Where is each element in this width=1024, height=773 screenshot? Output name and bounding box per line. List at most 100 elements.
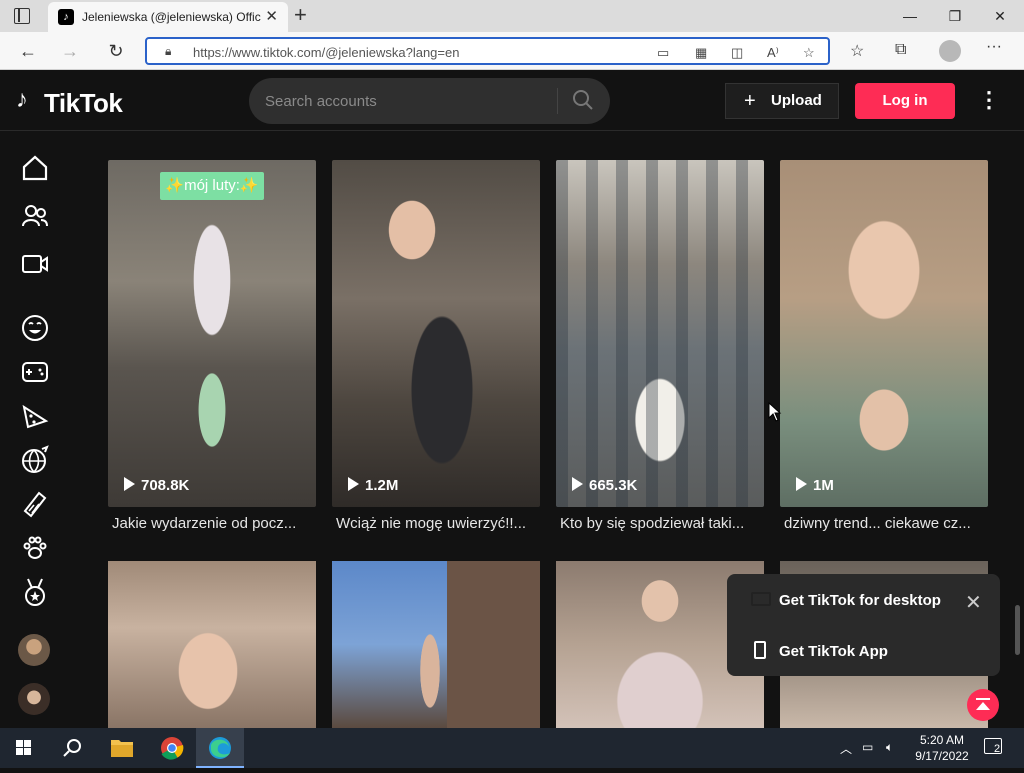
network-icon[interactable]: ▭ bbox=[862, 740, 873, 754]
search-button[interactable] bbox=[48, 728, 96, 768]
beauty-icon[interactable] bbox=[20, 489, 50, 519]
achievement-icon[interactable] bbox=[20, 577, 50, 607]
lock-icon[interactable]: 🔒︎ bbox=[165, 44, 171, 59]
mouse-cursor-icon bbox=[768, 402, 782, 422]
tiktok-logo-icon[interactable]: ♪ bbox=[16, 86, 28, 114]
gaming-icon[interactable] bbox=[20, 357, 50, 387]
home-icon[interactable] bbox=[20, 153, 50, 183]
search-icon[interactable] bbox=[571, 88, 595, 112]
upload-label: Upload bbox=[771, 92, 822, 109]
settings-more-icon[interactable]: ··· bbox=[986, 38, 1002, 56]
video-thumbnail bbox=[780, 160, 988, 507]
following-icon[interactable] bbox=[20, 201, 50, 231]
food-icon[interactable] bbox=[20, 401, 50, 431]
tab-actions-icon[interactable] bbox=[14, 8, 30, 24]
browser-tab-bar: ♪ Jeleniewska (@jeleniewska) Offic ✕ + —… bbox=[0, 0, 1024, 32]
view-count-value: 1.2M bbox=[365, 477, 399, 494]
search-input[interactable] bbox=[265, 90, 545, 112]
video-caption[interactable]: dziwny trend... ciekawe cz... bbox=[784, 515, 994, 532]
page-scrollbar[interactable] bbox=[1015, 605, 1020, 655]
sidebar-icon[interactable]: ◫ bbox=[731, 45, 743, 61]
video-card[interactable]: 1.2M bbox=[332, 160, 540, 507]
arrow-up-icon bbox=[976, 698, 990, 710]
get-app-popup: Get TikTok for desktop ✕ Get TikTok App bbox=[727, 574, 1000, 676]
view-count: 665.3K bbox=[572, 477, 637, 494]
clock-date: 9/17/2022 bbox=[915, 749, 969, 763]
address-bar[interactable]: 🔒︎ https://www.tiktok.com/@jeleniewska?l… bbox=[145, 37, 830, 65]
windows-logo-icon bbox=[16, 740, 31, 755]
favorites-icon[interactable]: ☆ bbox=[850, 41, 864, 61]
video-caption[interactable]: Kto by się spodziewał taki... bbox=[560, 515, 770, 532]
sticker-label: ✨mój luty:✨ bbox=[160, 172, 264, 200]
view-count: 1.2M bbox=[348, 477, 398, 494]
play-icon bbox=[572, 477, 583, 491]
restore-button[interactable]: ❐ bbox=[935, 4, 975, 28]
video-card[interactable] bbox=[108, 561, 316, 728]
profile-avatar[interactable] bbox=[939, 40, 961, 62]
close-tab-icon[interactable]: ✕ bbox=[265, 7, 278, 25]
back-button[interactable]: ← bbox=[16, 40, 40, 62]
volume-icon[interactable]: 🔈︎ bbox=[886, 740, 893, 755]
tab-title: Jeleniewska (@jeleniewska) Offic bbox=[82, 10, 261, 24]
collections-icon[interactable]: ⧉ bbox=[895, 41, 906, 59]
close-window-button[interactable]: ✕ bbox=[980, 4, 1020, 28]
add-favorite-icon[interactable]: ☆ bbox=[803, 45, 815, 61]
more-options-icon[interactable]: ⋮ bbox=[978, 88, 1000, 112]
view-count-value: 665.3K bbox=[589, 477, 638, 494]
edge-button[interactable] bbox=[196, 728, 244, 768]
account-avatar[interactable] bbox=[18, 683, 50, 715]
scroll-to-top-button[interactable] bbox=[967, 689, 999, 721]
login-button[interactable]: Log in bbox=[855, 83, 955, 119]
view-count: 1M bbox=[796, 477, 834, 494]
clock-time: 5:20 AM bbox=[919, 733, 965, 747]
desktop-icon bbox=[751, 592, 771, 606]
notification-center-button[interactable]: 2 bbox=[984, 738, 1002, 755]
notification-count: 2 bbox=[994, 743, 1001, 755]
app-available-icon[interactable]: ▦ bbox=[695, 45, 707, 61]
view-count-value: 708.8K bbox=[141, 477, 190, 494]
cast-icon[interactable]: ▭ bbox=[657, 45, 669, 61]
file-explorer-button[interactable] bbox=[98, 728, 146, 768]
video-thumbnail bbox=[108, 160, 316, 507]
view-count: 708.8K bbox=[124, 477, 189, 494]
edge-icon bbox=[209, 737, 231, 759]
browser-toolbar: ← → ↻ 🔒︎ https://www.tiktok.com/@jelenie… bbox=[0, 32, 1024, 70]
chrome-icon bbox=[161, 737, 184, 760]
comedy-icon[interactable] bbox=[20, 313, 50, 343]
new-tab-button[interactable]: + bbox=[294, 2, 307, 28]
tiktok-favicon-icon: ♪ bbox=[58, 9, 74, 25]
video-card[interactable]: 665.3K bbox=[556, 160, 764, 507]
refresh-button[interactable]: ↻ bbox=[104, 40, 128, 62]
animals-icon[interactable] bbox=[20, 533, 50, 563]
video-card[interactable] bbox=[332, 561, 540, 728]
upload-button[interactable]: + Upload bbox=[725, 83, 839, 119]
video-caption[interactable]: Jakie wydarzenie od pocz... bbox=[112, 515, 322, 532]
account-avatar[interactable] bbox=[18, 634, 50, 666]
live-icon[interactable] bbox=[20, 249, 50, 279]
video-thumbnail bbox=[108, 561, 316, 728]
sports-icon[interactable] bbox=[20, 445, 50, 475]
forward-button[interactable]: → bbox=[58, 40, 82, 62]
get-app-link[interactable]: Get TikTok App bbox=[779, 643, 888, 660]
play-icon bbox=[796, 477, 807, 491]
url-text[interactable]: https://www.tiktok.com/@jeleniewska?lang… bbox=[193, 45, 459, 60]
start-button[interactable] bbox=[0, 728, 48, 768]
windows-taskbar: ︿ ▭ 🔈︎ 5:20 AM 9/17/2022 2 bbox=[0, 728, 1024, 768]
search-bar bbox=[249, 78, 610, 124]
browser-tab-active[interactable]: ♪ Jeleniewska (@jeleniewska) Offic ✕ bbox=[48, 2, 288, 32]
get-desktop-link[interactable]: Get TikTok for desktop bbox=[779, 592, 941, 609]
tiktok-logo-text[interactable]: TikTok bbox=[44, 88, 123, 119]
tiktok-header: ♪ TikTok + Upload Log in ⋮ bbox=[0, 70, 1024, 131]
read-aloud-icon[interactable]: A⁾ bbox=[767, 45, 779, 61]
show-hidden-icons-icon[interactable]: ︿ bbox=[840, 740, 852, 757]
video-caption[interactable]: Wciąż nie mogę uwierzyć!!... bbox=[336, 515, 546, 532]
plus-icon: + bbox=[744, 90, 756, 112]
minimize-button[interactable]: — bbox=[890, 4, 930, 28]
video-card[interactable]: 1M bbox=[780, 160, 988, 507]
system-clock[interactable]: 5:20 AM 9/17/2022 bbox=[914, 732, 970, 764]
close-icon[interactable]: ✕ bbox=[965, 590, 982, 615]
video-card[interactable]: ✨mój luty:✨ 708.8K bbox=[108, 160, 316, 507]
search-icon bbox=[63, 739, 81, 757]
play-icon bbox=[124, 477, 135, 491]
chrome-button[interactable] bbox=[148, 728, 196, 768]
